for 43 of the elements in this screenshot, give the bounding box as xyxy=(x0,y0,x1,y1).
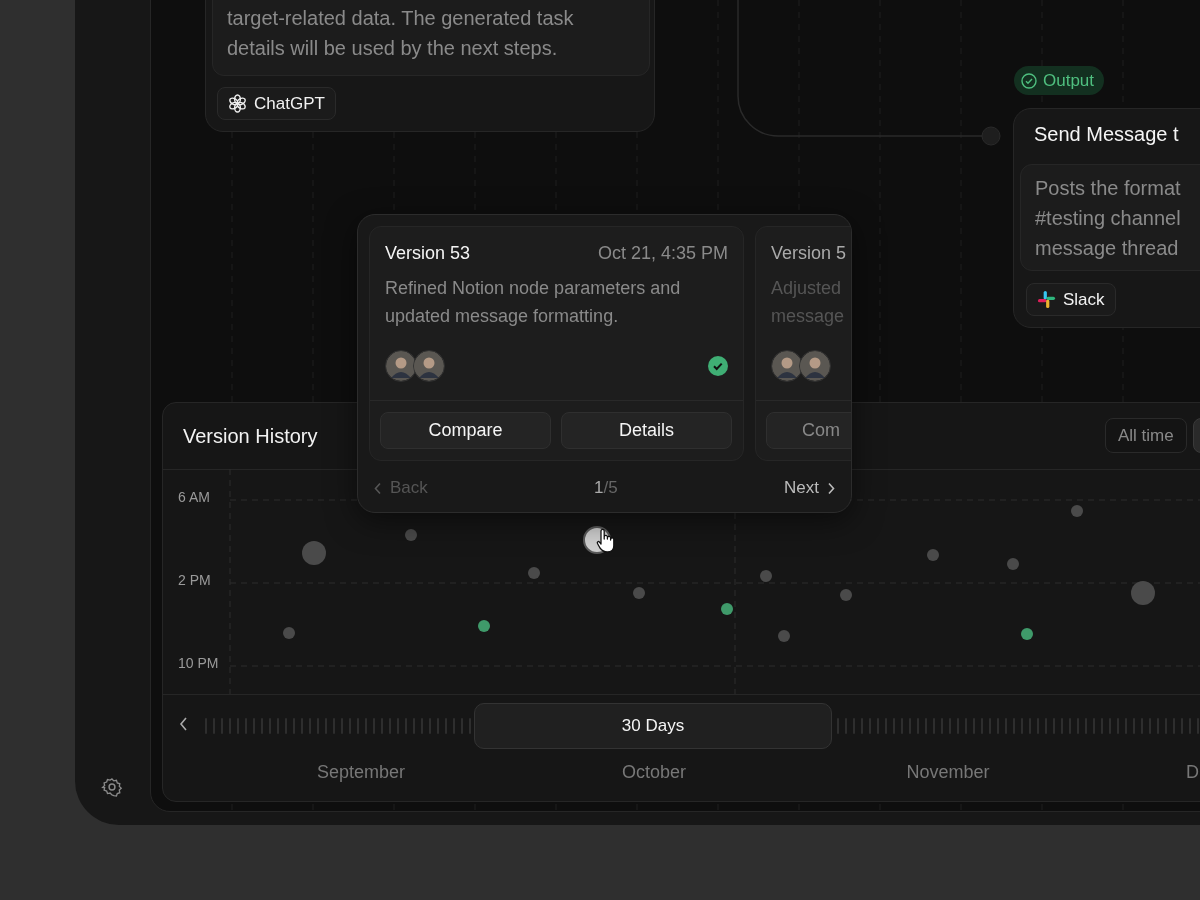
range-selector[interactable]: 30 Days xyxy=(474,703,832,749)
node-title: Send Message t xyxy=(1034,123,1179,146)
version-title: Version 5 xyxy=(771,243,847,264)
next-button[interactable]: Next xyxy=(784,478,835,498)
version-description: Refined Notion node parameters and updated message formatting. xyxy=(385,277,682,328)
month-label: November xyxy=(906,762,990,783)
month-label: D xyxy=(1186,762,1199,783)
month-label: September xyxy=(316,762,406,783)
panel-title: Version History xyxy=(183,424,318,448)
avatar xyxy=(799,350,831,382)
avatar xyxy=(771,350,803,382)
knot-icon xyxy=(228,94,247,113)
month-label: October xyxy=(622,762,686,783)
version-card[interactable]: Version 53 Oct 21, 4:35 PM Refined Notion node parameters and updated message formatting. Compare Details xyxy=(369,226,744,461)
settings-icon[interactable] xyxy=(101,776,123,798)
chevron-left-icon[interactable] xyxy=(179,717,189,731)
version-time: Oct 21, 4:35 PM xyxy=(597,243,728,264)
axis-label: 6 AM xyxy=(178,489,210,505)
page-indicator: 1/5 xyxy=(594,478,618,498)
badge-label: Output xyxy=(1043,70,1095,91)
connector-handle[interactable] xyxy=(981,126,1001,146)
action-button[interactable]: Compare xyxy=(380,412,551,449)
chevron-right-icon xyxy=(827,481,835,495)
avatar xyxy=(385,350,417,382)
axis-label: 10 PM xyxy=(178,655,219,671)
avatar xyxy=(413,350,445,382)
action-button[interactable]: Com xyxy=(766,412,851,449)
version-card[interactable]: Version 5 Adjusted message Com xyxy=(755,226,851,461)
tool-chip[interactable]: ChatGPT xyxy=(217,87,336,120)
version-description: Adjusted message xyxy=(771,277,846,328)
check-circle-icon xyxy=(1021,72,1037,89)
tool-chip[interactable]: Slack xyxy=(1026,283,1116,316)
description-text: Posts the format #testing channel message thread xyxy=(1035,176,1182,261)
description-text: target-related data. The generated task details will be used by the next steps. xyxy=(227,6,575,61)
node-card[interactable]: Send Message t Posts the format #testing channel message thread Slack xyxy=(1013,108,1200,328)
action-button[interactable]: Details xyxy=(561,412,732,449)
hand-cursor-icon xyxy=(596,528,616,554)
axis-label: 2 PM xyxy=(178,572,211,588)
version-title: Version 53 xyxy=(385,243,471,264)
chevron-left-icon xyxy=(374,481,382,495)
pinwheel-icon xyxy=(1037,290,1056,309)
node-card[interactable]: target-related data. The generated task details will be used by the next steps. ChatGPT xyxy=(205,0,655,132)
filter-button[interactable]: All time xyxy=(1105,418,1187,453)
